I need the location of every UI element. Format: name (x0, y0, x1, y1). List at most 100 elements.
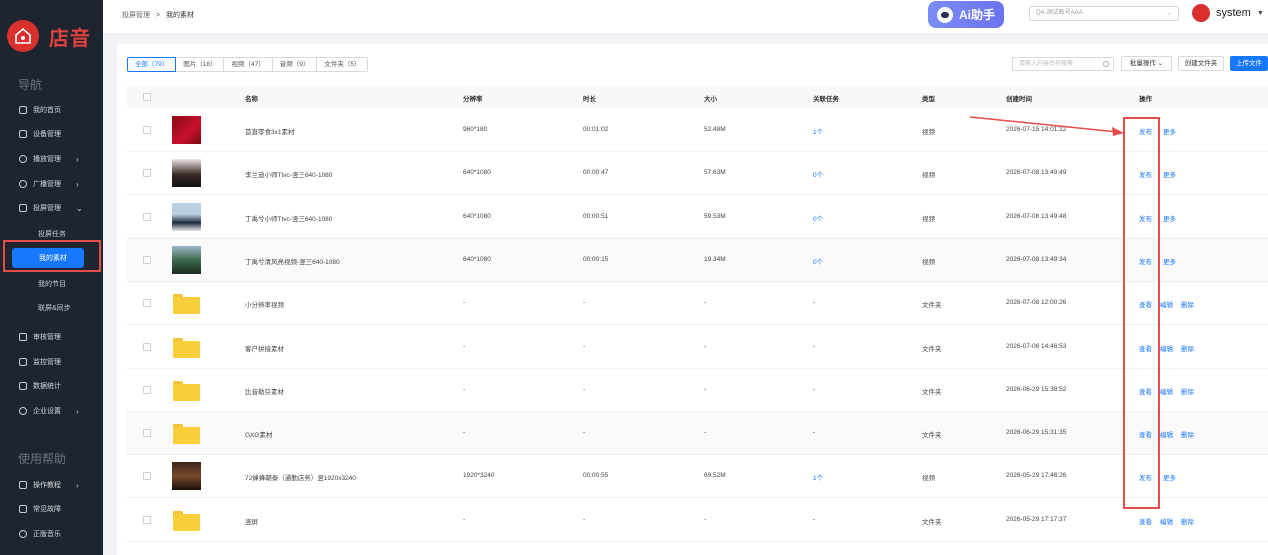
user-name: system (1216, 7, 1251, 19)
sidebar-item-audit[interactable]: 审核管理 (0, 328, 103, 346)
edit-link[interactable]: 编辑 (1160, 343, 1173, 353)
cell-resolution: 640*1080 (463, 255, 491, 263)
delete-link[interactable]: 删除 (1181, 299, 1194, 309)
tab-video[interactable]: 视频（47） (223, 57, 273, 72)
user-menu[interactable]: system ▼ (1192, 4, 1264, 22)
chevron-down-icon: ⌄ (1157, 60, 1164, 67)
video-thumbnail[interactable] (172, 159, 201, 188)
row-checkbox[interactable] (143, 342, 151, 351)
sidebar-sub-sync[interactable]: 联屏&同步 (38, 303, 71, 313)
cell-task: - (813, 515, 816, 523)
cell-resolution: - (463, 515, 466, 523)
col-resolution: 分辨率 (463, 96, 483, 103)
cell-name: 小分辨率视频 (245, 302, 284, 310)
more-link[interactable]: 更多 (1163, 126, 1176, 136)
tab-audio[interactable]: 音频（9） (271, 57, 318, 72)
tab-all[interactable]: 全部（79） (127, 57, 177, 72)
delete-link[interactable]: 删除 (1181, 386, 1194, 396)
sidebar-item-monitor[interactable]: 监控管理 (0, 353, 103, 371)
sidebar-sub-screen-task[interactable]: 投屏任务 (38, 229, 66, 239)
row-checkbox[interactable] (143, 385, 151, 394)
cell-name: 客户拼接素材 (245, 345, 284, 353)
row-checkbox[interactable] (143, 429, 151, 438)
sidebar-item-home[interactable]: 我的首页 (0, 101, 103, 119)
sidebar-item-stats[interactable]: 数据统计 (0, 377, 103, 395)
cell-task[interactable]: 1个 (813, 472, 823, 482)
chevron-down-icon: ⌄ (76, 203, 83, 213)
cell-created: 2026-07-15 14:01:12 (1006, 126, 1067, 133)
tab-image[interactable]: 图片（18） (175, 57, 225, 72)
video-thumbnail[interactable] (172, 202, 201, 231)
delete-link[interactable]: 删除 (1181, 343, 1194, 353)
row-checkbox[interactable] (143, 515, 151, 524)
delete-link[interactable]: 删除 (1181, 516, 1194, 526)
batch-operation-button[interactable]: 批量操作 ⌄ (1121, 56, 1172, 71)
sidebar-item-play[interactable]: 播放管理 › (0, 150, 103, 168)
account-select[interactable]: QA-测试账号AAA ⌄ (1029, 6, 1179, 21)
row-checkbox[interactable] (143, 169, 151, 178)
sidebar-item-label: 我的首页 (33, 107, 61, 114)
breadcrumb: 投屏管理 > 我的素材 (122, 10, 194, 20)
row-checkbox[interactable] (143, 126, 151, 134)
more-link[interactable]: 更多 (1163, 256, 1176, 266)
sidebar-item-broadcast[interactable]: 广播管理 › (0, 175, 103, 193)
edit-link[interactable]: 编辑 (1160, 429, 1173, 439)
help-section-title: 使用帮助 (18, 452, 67, 466)
tab-folder[interactable]: 文件夹（5） (316, 57, 369, 72)
more-link[interactable]: 更多 (1163, 169, 1176, 179)
video-thumbnail[interactable] (172, 245, 201, 274)
chevron-right-icon: › (76, 480, 79, 490)
cell-resolution: 960*180 (463, 126, 488, 133)
cell-task[interactable]: 0个 (813, 169, 823, 179)
table-row: 丁禹兮清风亮视频-竖三640-1080 640*1080 00:00:15 19.34… (127, 238, 1268, 282)
cell-resolution: - (463, 342, 466, 350)
more-link[interactable]: 更多 (1163, 213, 1176, 223)
video-thumbnail[interactable] (172, 116, 201, 144)
create-folder-button[interactable]: 创建文件夹 (1178, 56, 1224, 71)
delete-link[interactable]: 删除 (1181, 429, 1194, 439)
row-checkbox[interactable] (143, 212, 151, 221)
edit-link[interactable]: 编辑 (1160, 299, 1173, 309)
cell-resolution: - (463, 429, 466, 437)
edit-link[interactable]: 编辑 (1160, 386, 1173, 396)
settings-icon (19, 407, 27, 415)
cell-duration: 00:00:55 (583, 472, 609, 480)
sidebar-item-screen[interactable]: 投屏管理 ⌄ (0, 199, 103, 217)
ai-assistant-button[interactable]: Ai助手 (928, 1, 1004, 28)
cell-size: 19.34M (704, 255, 726, 263)
folder-icon[interactable] (173, 510, 200, 531)
row-checkbox[interactable] (143, 299, 151, 308)
sidebar-item-tutorial[interactable]: 操作教程 › (0, 476, 103, 494)
folder-icon[interactable] (173, 424, 200, 445)
search-input[interactable]: 请输入内容名称搜索 (1012, 57, 1114, 71)
cell-resolution: - (463, 385, 466, 393)
cell-task: - (813, 429, 816, 437)
sidebar-item-music[interactable]: 正版音乐 (0, 525, 103, 543)
sidebar-item-label: 播放管理 (33, 156, 61, 163)
row-checkbox[interactable] (143, 472, 151, 481)
cell-type: 文件夹 (922, 388, 942, 396)
edit-link[interactable]: 编辑 (1160, 516, 1173, 526)
search-icon[interactable] (1103, 61, 1109, 67)
sidebar-item-device[interactable]: 设备管理 (0, 125, 103, 143)
more-link[interactable]: 更多 (1163, 472, 1176, 482)
upload-file-button[interactable]: 上传文件 (1230, 56, 1268, 71)
avatar (1192, 4, 1210, 22)
folder-icon[interactable] (173, 380, 200, 401)
select-all-checkbox[interactable] (143, 93, 151, 101)
sidebar-sub-my-program[interactable]: 我的节目 (38, 279, 66, 289)
sidebar-item-settings[interactable]: 企业设置 › (0, 402, 103, 420)
video-thumbnail[interactable] (172, 462, 201, 491)
row-checkbox[interactable] (143, 255, 151, 264)
view-link[interactable]: 查看 (1139, 516, 1152, 526)
cell-task[interactable]: 1个 (813, 126, 823, 136)
folder-icon[interactable] (173, 294, 200, 315)
cell-task[interactable]: 0个 (813, 213, 823, 223)
sidebar-item-faq[interactable]: 常见故障 (0, 500, 103, 518)
cell-name: 李兰迪小师Ttvc-竖三640-1080 (245, 172, 333, 180)
folder-icon[interactable] (173, 337, 200, 358)
cell-task[interactable]: 0个 (813, 256, 823, 266)
breadcrumb-parent[interactable]: 投屏管理 (122, 12, 150, 19)
table-row: 客户拼接素材 - - - 文件夹 2026-07-06 14:46:53- 查看 编辑 删除 (127, 326, 1268, 369)
table-row: 比音勒芬素材 - - - 文件夹 2026-06-29 15:38:52- 查看 编辑 删除 (127, 369, 1268, 412)
